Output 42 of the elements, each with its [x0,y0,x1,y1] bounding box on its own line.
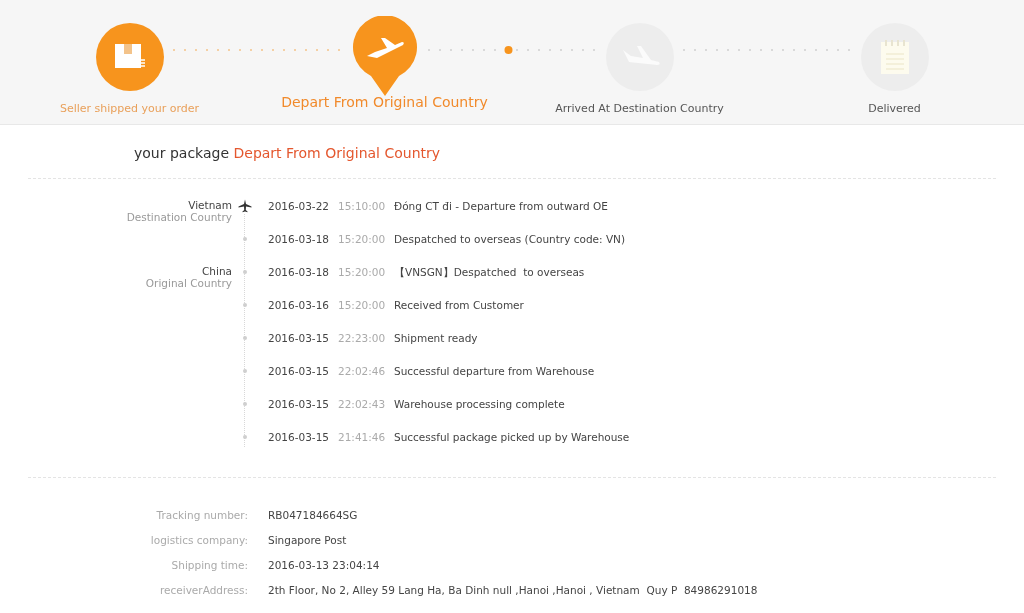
event-description: Successful departure from Warehouse [394,364,595,379]
country-type: Original Country [145,277,232,289]
event-description: Despatched to overseas (Country code: VN) [394,232,626,247]
event-description: Đóng CT đi - Departure from outward OE [394,199,608,214]
event-date: 2016-03-18 [268,232,331,247]
event-time: 15:20:00 [338,265,387,280]
detail-value: 2016-03-13 23:04:14 [268,558,380,574]
step-label: Arrived At Destination Country [555,101,724,117]
event-date: 2016-03-18 [268,265,331,280]
event-time: 15:10:00 [338,199,387,214]
event-date: 2016-03-22 [268,199,331,214]
detail-value: RB047184664SG [268,508,358,524]
detail-label: Shipping time: [170,558,248,574]
event-description: Warehouse processing complete [394,397,565,412]
country-name: Vietnam [188,199,232,211]
event-description: Received from Customer [394,298,524,313]
package-status: your package Depart From Original Country [134,144,442,163]
event-time: 22:02:43 [338,397,387,412]
event-date: 2016-03-15 [268,430,331,445]
event-date: 2016-03-15 [268,364,331,379]
event-time: 15:20:00 [338,232,387,247]
country-name: China [202,265,232,277]
event-time: 22:23:00 [338,331,387,346]
step-label: Delivered [868,101,921,117]
event-time: 21:41:46 [338,430,387,445]
detail-label: logistics company: [149,533,248,549]
event-date: 2016-03-16 [268,298,331,313]
event-time: 22:02:46 [338,364,387,379]
event-date: 2016-03-15 [268,397,331,412]
detail-value: 2th Floor, No 2, Alley 59 Lang Ha, Ba Dinh null ,Hanoi ,Hanoi , Vietnam Quy P 84986291018 [268,583,758,599]
event-description: 【VNSGN】Despatched to overseas [394,265,585,280]
country-type: Destination Country [126,211,232,223]
detail-label: receiverAddress: [158,583,248,599]
event-time: 15:20:00 [338,298,387,313]
step-label: Seller shipped your order [59,101,200,117]
step-label: Depart From Original Country [281,93,488,112]
event-description: Successful package picked up by Warehouse [394,430,630,445]
event-description: Shipment ready [394,331,478,346]
event-date: 2016-03-15 [268,331,331,346]
detail-value: Singapore Post [268,533,347,549]
detail-label: Tracking number: [155,508,248,524]
notepad-icon [878,38,911,76]
